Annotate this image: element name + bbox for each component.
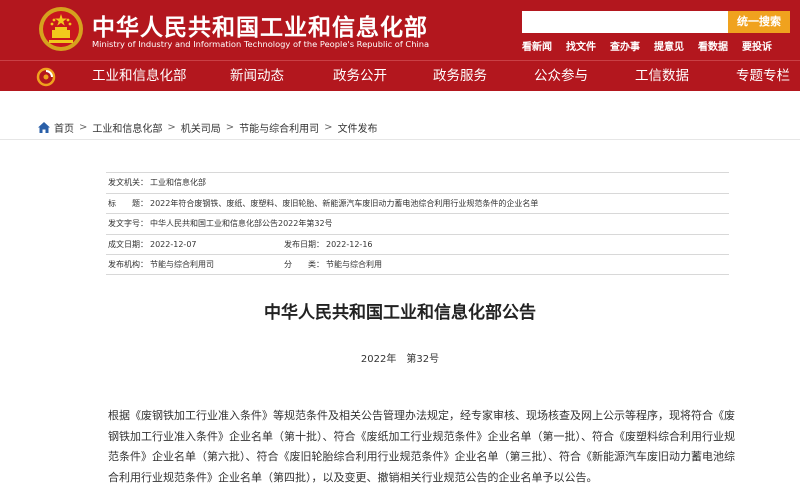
nav-item-government-services[interactable]: 政务服务 bbox=[433, 61, 487, 92]
breadcrumb-separator-icon: > bbox=[167, 122, 176, 133]
document-body: 根据《废钢铁加工行业准入条件》等规范条件及相关公告管理办法规定，经专家审核、现场… bbox=[108, 409, 735, 484]
meta-category-value: 节能与综合利用 bbox=[326, 260, 382, 270]
ministry-logo-icon[interactable] bbox=[36, 67, 56, 87]
breadcrumb-separator-icon: > bbox=[225, 122, 235, 133]
meta-row-dates: 成文日期： 2022-12-07 发布日期： 2022-12-16 bbox=[106, 233, 729, 255]
nav-item-special-topics[interactable]: 专题专栏 bbox=[736, 61, 790, 92]
meta-issuer-value: 工业和信息化部 bbox=[150, 178, 206, 187]
nav-item-public-participation[interactable]: 公众参与 bbox=[534, 61, 588, 92]
meta-title-value: 2022年符合废钢铁、废纸、废塑料、废旧轮胎、新能源汽车废旧动力蓄电池综合利用行… bbox=[150, 198, 539, 208]
breadcrumb-divider bbox=[0, 139, 800, 140]
document-title: 中华人民共和国工业和信息化部公告 bbox=[264, 303, 536, 323]
quick-link-files[interactable]: 找文件 bbox=[566, 38, 596, 53]
breadcrumb-documents[interactable]: 文件发布 bbox=[338, 120, 378, 135]
nav-item-government-affairs[interactable]: 政务公开 bbox=[333, 61, 387, 92]
site-title-en: Ministry of Industry and Information Tec… bbox=[92, 39, 430, 49]
nav-item-news[interactable]: 新闻动态 bbox=[230, 61, 284, 92]
search-input[interactable] bbox=[522, 11, 728, 33]
search-button[interactable]: 统一搜索 bbox=[728, 11, 790, 33]
breadcrumb-departments[interactable]: 机关司局 bbox=[181, 120, 221, 135]
breadcrumb-energy-saving-dept[interactable]: 节能与综合利用司 bbox=[239, 120, 319, 135]
breadcrumb-separator-icon: > bbox=[79, 122, 88, 133]
meta-row-title: 标 题： 2022年符合废钢铁、废纸、废塑料、废旧轮胎、新能源汽车废旧动力蓄电池… bbox=[106, 192, 729, 214]
meta-row-doc-no: 发文字号： 中华人民共和国工业和信息化部公告2022年第32号 bbox=[106, 213, 729, 234]
quick-links: 看新闻 找文件 查办事 提意见 看数据 要投诉 bbox=[522, 38, 786, 53]
document-number: 2022年 第32号 bbox=[360, 354, 440, 365]
meta-doc-no-value: 中华人民共和国工业和信息化部公告2022年第32号 bbox=[150, 219, 333, 229]
breadcrumb-home[interactable]: 首页 bbox=[54, 120, 74, 135]
meta-agency-label: 发布机构： bbox=[108, 260, 148, 270]
site-title-cn: 中华人民共和国工业和信息化部 bbox=[92, 15, 428, 41]
quick-link-news[interactable]: 看新闻 bbox=[522, 38, 552, 53]
home-icon[interactable] bbox=[38, 122, 50, 133]
meta-row-agency: 发布机构： 节能与综合利用司 分 类： 节能与综合利用 bbox=[106, 254, 729, 275]
meta-doc-no-label: 发文字号： bbox=[108, 219, 148, 229]
national-emblem-icon[interactable] bbox=[38, 6, 84, 52]
quick-link-feedback[interactable]: 提意见 bbox=[654, 38, 684, 53]
site-header: 中华人民共和国工业和信息化部 Ministry of Industry and … bbox=[0, 0, 800, 60]
meta-title-label: 标 题： bbox=[108, 198, 148, 208]
meta-agency-value: 节能与综合利用司 bbox=[150, 260, 214, 270]
nav-item-data[interactable]: 工信数据 bbox=[635, 61, 689, 92]
meta-published-date: 2022-12-16 bbox=[326, 239, 373, 249]
breadcrumb-ministry[interactable]: 工业和信息化部 bbox=[92, 120, 162, 135]
document-meta-table: 发文机关： 工业和信息化部 标 题： 2022年符合废钢铁、废纸、废塑料、废旧轮… bbox=[106, 172, 729, 275]
meta-row-issuer: 发文机关： 工业和信息化部 bbox=[106, 172, 729, 193]
meta-published-label: 发布日期： bbox=[284, 239, 324, 249]
main-nav: 工业和信息化部 新闻动态 政务公开 政务服务 公众参与 工信数据 专题专栏 bbox=[0, 60, 800, 91]
breadcrumb-separator-icon: > bbox=[324, 122, 333, 133]
meta-written-label: 成文日期： bbox=[108, 239, 148, 249]
meta-written-date: 2022-12-07 bbox=[150, 239, 197, 249]
meta-category-label: 分 类： bbox=[284, 260, 324, 270]
nav-item-ministry[interactable]: 工业和信息化部 bbox=[92, 61, 187, 92]
quick-link-data[interactable]: 看数据 bbox=[698, 38, 728, 53]
quick-link-complaint[interactable]: 要投诉 bbox=[742, 38, 772, 53]
breadcrumb: 首页 > 工业和信息化部 > 机关司局 > 节能与综合利用司 > 文件发布 bbox=[38, 120, 378, 135]
quick-link-services[interactable]: 查办事 bbox=[610, 38, 640, 53]
meta-issuer-label: 发文机关： bbox=[108, 178, 148, 187]
